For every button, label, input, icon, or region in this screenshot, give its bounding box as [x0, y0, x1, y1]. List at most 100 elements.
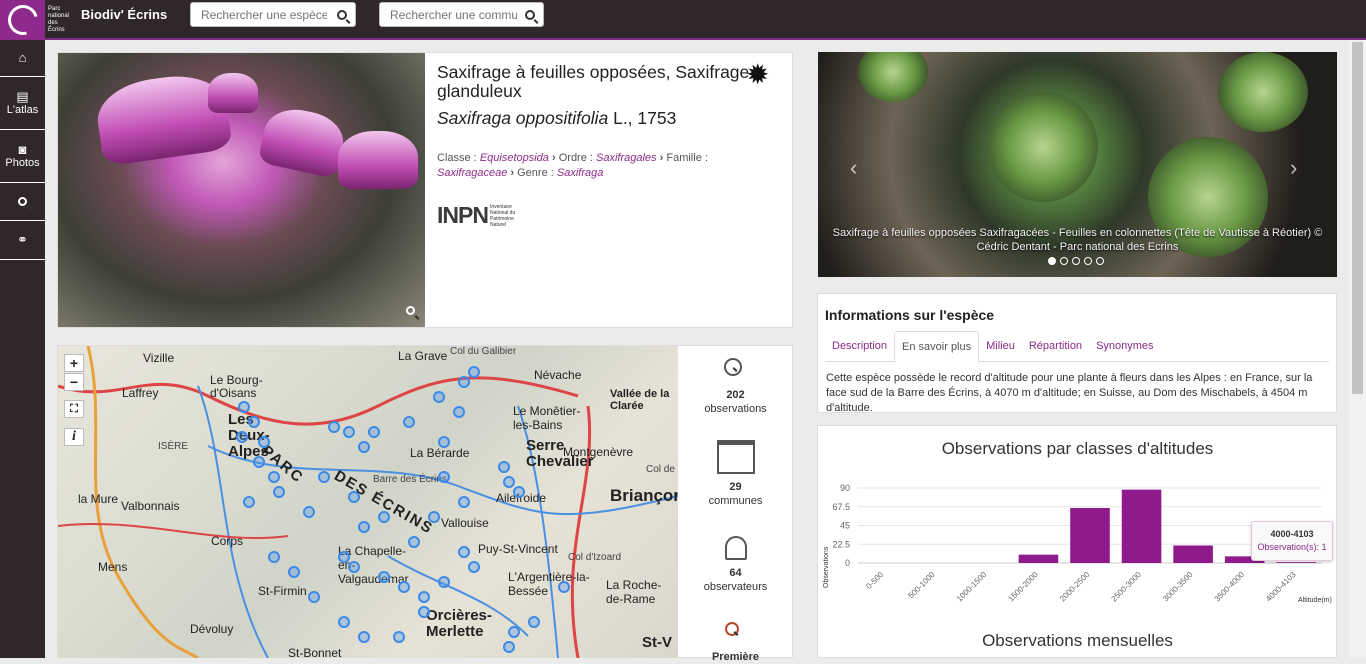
zoom-out-button[interactable]: −: [64, 373, 84, 391]
sidebar-item-photos[interactable]: ◙ Photos: [0, 130, 45, 183]
observation-marker[interactable]: [433, 391, 445, 403]
site-brand[interactable]: Biodiv' Écrins: [81, 7, 167, 22]
observation-marker[interactable]: [438, 471, 450, 483]
observation-marker[interactable]: [343, 426, 355, 438]
species-search-button[interactable]: [329, 3, 355, 26]
observation-marker[interactable]: [236, 431, 248, 443]
observation-marker[interactable]: [268, 471, 280, 483]
bar[interactable]: [1018, 554, 1059, 563]
observation-marker[interactable]: [468, 366, 480, 378]
observation-marker[interactable]: [513, 486, 525, 498]
observation-marker[interactable]: [328, 421, 340, 433]
observation-marker[interactable]: [418, 591, 430, 603]
observation-marker[interactable]: [378, 511, 390, 523]
bar[interactable]: [1070, 508, 1110, 563]
observation-marker[interactable]: [408, 536, 420, 548]
observation-marker[interactable]: [503, 641, 515, 653]
taxo-link-classe[interactable]: Equisetopsida: [480, 152, 549, 164]
info-icon[interactable]: i: [64, 428, 84, 446]
observation-marker[interactable]: [238, 401, 250, 413]
bar[interactable]: [1173, 545, 1213, 564]
observation-marker[interactable]: [398, 581, 410, 593]
observation-marker[interactable]: [253, 456, 265, 468]
tab-description[interactable]: Description: [825, 331, 894, 361]
carousel-dot[interactable]: [1048, 257, 1056, 265]
observation-marker[interactable]: [248, 416, 260, 428]
observation-marker[interactable]: [303, 506, 315, 518]
bar[interactable]: [1121, 489, 1162, 563]
commune-search-button[interactable]: [517, 3, 543, 26]
observation-marker[interactable]: [528, 616, 540, 628]
photo-zoom-icon[interactable]: [406, 306, 415, 315]
observation-marker[interactable]: [358, 631, 370, 643]
stat-observations: 202 observations: [678, 358, 793, 416]
fullscreen-icon[interactable]: ⛶: [64, 400, 84, 418]
observation-marker[interactable]: [308, 591, 320, 603]
sidebar-item-links[interactable]: ⚭: [0, 221, 45, 260]
observation-marker[interactable]: [338, 551, 350, 563]
observation-marker[interactable]: [258, 436, 270, 448]
chevron-right-icon: ›: [510, 167, 515, 179]
observation-marker[interactable]: [458, 546, 470, 558]
carousel-prev-icon[interactable]: ‹: [850, 155, 857, 181]
tab-milieu[interactable]: Milieu: [979, 331, 1022, 361]
tab-repartition[interactable]: Répartition: [1022, 331, 1089, 361]
observation-marker[interactable]: [428, 511, 440, 523]
observation-marker[interactable]: [438, 436, 450, 448]
sidebar-item-atlas[interactable]: ▤ L'atlas: [0, 77, 45, 130]
scrollbar-thumb[interactable]: [1352, 42, 1363, 394]
carousel-dot[interactable]: [1060, 257, 1068, 265]
x-tick-label: 2500-3000: [1110, 570, 1144, 604]
observation-marker[interactable]: [508, 626, 520, 638]
observation-marker[interactable]: [358, 521, 370, 533]
chevron-right-icon: ›: [551, 152, 556, 164]
observation-marker[interactable]: [338, 616, 350, 628]
carousel-dot[interactable]: [1096, 257, 1104, 265]
observation-marker[interactable]: [318, 471, 330, 483]
communes-count: 29: [729, 481, 742, 493]
observation-marker[interactable]: [288, 566, 300, 578]
inpn-logo-link[interactable]: INPN Inventaire National du Patrimoine N…: [437, 202, 522, 229]
species-search-input[interactable]: [191, 3, 327, 26]
observation-marker[interactable]: [403, 416, 415, 428]
tab-en-savoir-plus[interactable]: En savoir plus: [894, 331, 980, 363]
distribution-map[interactable]: Vizille La Grave Col du Galibier Névache…: [58, 346, 678, 658]
bar[interactable]: [1276, 562, 1316, 563]
observation-marker[interactable]: [558, 581, 570, 593]
species-main-photo[interactable]: [58, 53, 425, 327]
tab-synonymes[interactable]: Synonymes: [1089, 331, 1160, 361]
observation-marker[interactable]: [453, 406, 465, 418]
carousel-dot[interactable]: [1072, 257, 1080, 265]
sidebar-item-home[interactable]: ⌂: [0, 40, 45, 77]
y-tick-label: 22.5: [832, 539, 850, 549]
observation-marker[interactable]: [358, 441, 370, 453]
observation-marker[interactable]: [418, 606, 430, 618]
observation-marker[interactable]: [348, 561, 360, 573]
observation-marker[interactable]: [268, 551, 280, 563]
observation-marker[interactable]: [468, 561, 480, 573]
magnifier-icon: [723, 358, 748, 382]
taxo-link-ordre[interactable]: Saxifragales: [596, 152, 657, 164]
observation-marker[interactable]: [378, 571, 390, 583]
carousel-next-icon[interactable]: ›: [1290, 155, 1297, 181]
observation-marker[interactable]: [368, 426, 380, 438]
page-scrollbar[interactable]: [1349, 40, 1366, 658]
observation-marker[interactable]: [458, 376, 470, 388]
observation-marker[interactable]: [348, 491, 360, 503]
observation-marker[interactable]: [503, 476, 515, 488]
carousel-dot[interactable]: [1084, 257, 1092, 265]
observation-marker[interactable]: [243, 496, 255, 508]
observation-marker[interactable]: [438, 576, 450, 588]
sidebar-item-search[interactable]: [0, 183, 45, 221]
observation-marker[interactable]: [273, 486, 285, 498]
taxo-link-famille[interactable]: Saxifragaceae: [437, 167, 507, 179]
commune-search-input[interactable]: [380, 3, 517, 26]
observation-marker[interactable]: [393, 631, 405, 643]
park-logo[interactable]: [0, 0, 45, 41]
sidebar: ⌂ ▤ L'atlas ◙ Photos ⚭: [0, 40, 45, 658]
taxo-link-genre[interactable]: Saxifraga: [557, 167, 603, 179]
zoom-in-button[interactable]: +: [64, 354, 84, 372]
y-axis-label: Observations: [823, 546, 830, 588]
observation-marker[interactable]: [458, 496, 470, 508]
observation-marker[interactable]: [498, 461, 510, 473]
